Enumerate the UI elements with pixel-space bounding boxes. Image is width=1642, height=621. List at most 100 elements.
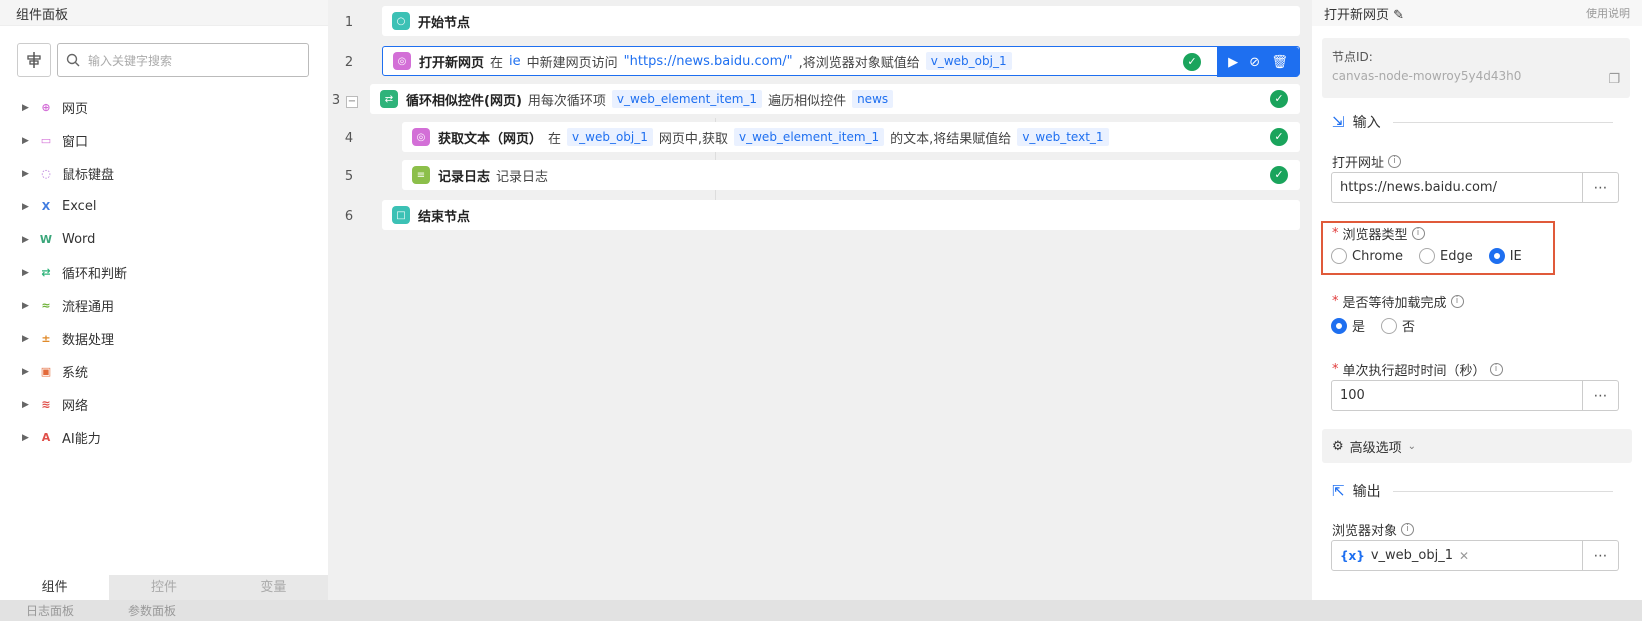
panel-tabs: 组件 控件 变量 bbox=[0, 575, 328, 600]
url-label: 打开网址 i bbox=[1332, 152, 1402, 171]
radio-ie[interactable]: IE bbox=[1488, 248, 1522, 264]
properties-title: 打开新网页 ✎ bbox=[1324, 7, 1405, 23]
radio-yes[interactable]: 是 bbox=[1331, 316, 1365, 335]
tree-item-label: 鼠标键盘 bbox=[62, 168, 115, 183]
node-actions: ▶ ⊘ 🗑 bbox=[1217, 47, 1299, 77]
tab-components[interactable]: 组件 bbox=[0, 575, 110, 600]
remove-tag-icon[interactable]: ✕ bbox=[1459, 549, 1469, 563]
gear-icon: ⚙ bbox=[1332, 438, 1344, 454]
tree-item-label: Excel bbox=[62, 199, 97, 214]
node-text: 遍历相似控件 bbox=[768, 93, 847, 109]
node-text: 记录日志 bbox=[496, 169, 549, 185]
browser-object-label: 浏览器对象 i bbox=[1332, 520, 1415, 539]
caret-right-icon[interactable]: ▶ bbox=[22, 367, 30, 377]
radio-no[interactable]: 否 bbox=[1381, 316, 1415, 335]
radio-edge[interactable]: Edge bbox=[1419, 248, 1473, 264]
breakpoint-icon[interactable]: ⊘ bbox=[1249, 55, 1260, 70]
caret-right-icon[interactable]: ▶ bbox=[22, 268, 30, 278]
copy-icon[interactable]: ❐ bbox=[1608, 72, 1620, 87]
node-param: ie bbox=[509, 53, 521, 69]
wifi-icon: ≋ bbox=[41, 398, 51, 411]
tree-item[interactable]: ▶ ⊕ 网页 bbox=[22, 91, 312, 124]
radio-chrome[interactable]: Chrome bbox=[1331, 248, 1403, 264]
tree-item[interactable]: ▶ ± 数据处理 bbox=[22, 322, 312, 355]
collapse-toggle[interactable]: − bbox=[346, 96, 358, 108]
info-icon: i bbox=[1450, 295, 1464, 308]
tab-variables[interactable]: 变量 bbox=[219, 575, 328, 600]
tree-item[interactable]: ▶ X Excel bbox=[22, 190, 312, 223]
tree-item[interactable]: ▶ A AI能力 bbox=[22, 421, 312, 454]
tree-item-label: 系统 bbox=[62, 366, 89, 381]
check-icon: ✓ bbox=[1270, 128, 1288, 146]
edit-icon[interactable]: ✎ bbox=[1393, 8, 1404, 23]
info-icon: i bbox=[1388, 155, 1402, 168]
loop-node[interactable]: ⇄ 循环相似控件(网页) 用每次循环项 v_web_element_item_1… bbox=[370, 84, 1300, 114]
end-node-icon: □ bbox=[392, 206, 410, 224]
url-input[interactable]: https://news.baidu.com/ bbox=[1331, 172, 1583, 203]
log-node[interactable]: ≡ 记录日志 记录日志 ✓ bbox=[402, 160, 1300, 190]
check-icon: ✓ bbox=[1183, 53, 1201, 71]
variable-icon: {x} bbox=[1340, 548, 1365, 563]
run-icon[interactable]: ▶ bbox=[1228, 55, 1238, 70]
node-title: 循环相似控件(网页) bbox=[406, 93, 522, 109]
wait-load-label: * 是否等待加载完成 i bbox=[1332, 292, 1464, 311]
node-variable: v_web_obj_1 bbox=[567, 128, 653, 146]
align-center-button[interactable] bbox=[17, 43, 51, 77]
caret-right-icon[interactable]: ▶ bbox=[22, 301, 30, 311]
open-webpage-node[interactable]: ◎ 打开新网页 在 ie 中新建网页访问 "https://news.baidu… bbox=[382, 46, 1300, 77]
chevron-down-icon: ⌄ bbox=[1407, 440, 1417, 452]
tree-item[interactable]: ▶ ≈ 流程通用 bbox=[22, 289, 312, 322]
url-field: https://news.baidu.com/ ⋯ bbox=[1331, 172, 1619, 203]
tree-item-label: 网络 bbox=[62, 399, 89, 414]
timeout-label: * 单次执行超时时间（秒） i bbox=[1332, 360, 1503, 379]
end-node[interactable]: □ 结束节点 bbox=[382, 200, 1300, 230]
window-icon: ▭ bbox=[40, 134, 52, 147]
loop-icon: ⇄ bbox=[41, 266, 51, 279]
caret-right-icon[interactable]: ▶ bbox=[22, 400, 30, 410]
node-text: 网页中,获取 bbox=[658, 131, 729, 147]
get-text-node[interactable]: ◎ 获取文本（网页） 在 v_web_obj_1 网页中,获取 v_web_el… bbox=[402, 122, 1300, 152]
search-placeholder: 输入关键字搜索 bbox=[88, 53, 173, 68]
node-variable: v_web_element_item_1 bbox=[734, 128, 885, 146]
input-icon: ⇲ bbox=[1332, 113, 1345, 131]
info-icon: i bbox=[1401, 523, 1415, 536]
info-icon: i bbox=[1489, 363, 1503, 376]
tree-item[interactable]: ▶ ≋ 网络 bbox=[22, 388, 312, 421]
tab-controls[interactable]: 控件 bbox=[109, 575, 218, 600]
tree-item[interactable]: ▶ ⇄ 循环和判断 bbox=[22, 256, 312, 289]
tab-param-panel[interactable]: 参数面板 bbox=[128, 602, 176, 619]
tree-item[interactable]: ▶ W Word bbox=[22, 223, 312, 256]
node-variable: v_web_obj_1 bbox=[925, 52, 1012, 70]
node-text: 在 bbox=[548, 131, 562, 147]
more-options-button[interactable]: ⋯ bbox=[1583, 540, 1619, 571]
tree-item-label: 数据处理 bbox=[62, 333, 115, 348]
caret-right-icon[interactable]: ▶ bbox=[22, 136, 30, 146]
tab-log-panel[interactable]: 日志面板 bbox=[26, 602, 74, 619]
browser-type-radios: Chrome Edge IE bbox=[1331, 248, 1522, 264]
tree-item[interactable]: ▶ ▭ 窗口 bbox=[22, 124, 312, 157]
caret-right-icon[interactable]: ▶ bbox=[22, 103, 30, 113]
search-input[interactable]: 输入关键字搜索 bbox=[57, 43, 309, 77]
advanced-options-toggle[interactable]: ⚙ 高级选项 ⌄ bbox=[1322, 429, 1632, 463]
caret-right-icon[interactable]: ▶ bbox=[22, 202, 30, 212]
tree-item[interactable]: ▶ ◌ 鼠标键盘 bbox=[22, 157, 312, 190]
row-number: 1 bbox=[344, 15, 354, 30]
more-options-button[interactable]: ⋯ bbox=[1583, 380, 1619, 411]
row-number: 5 bbox=[344, 169, 354, 184]
timeout-input[interactable]: 100 bbox=[1331, 380, 1583, 411]
start-node[interactable]: ○ 开始节点 bbox=[382, 6, 1300, 36]
delete-icon[interactable]: 🗑 bbox=[1271, 55, 1288, 70]
help-link[interactable]: 使用说明 bbox=[1586, 5, 1630, 21]
input-section-title: ⇲ 输入 bbox=[1332, 112, 1613, 132]
caret-right-icon[interactable]: ▶ bbox=[22, 433, 30, 443]
caret-right-icon[interactable]: ▶ bbox=[22, 334, 30, 344]
more-options-button[interactable]: ⋯ bbox=[1583, 172, 1619, 203]
word-icon: W bbox=[39, 233, 53, 246]
browser-object-input[interactable]: {x} v_web_obj_1 ✕ bbox=[1331, 540, 1583, 571]
footer-bar: 日志面板 参数面板 bbox=[0, 600, 1642, 621]
panel-title: 组件面板 bbox=[0, 0, 328, 26]
component-panel: 组件面板 输入关键字搜索 ▶ ⊕ 网页 ▶ ▭ 窗口 ▶ ◌ 鼠标键盘 ▶ X Excel ▶ W Word… bbox=[0, 0, 328, 600]
caret-right-icon[interactable]: ▶ bbox=[22, 235, 30, 245]
tree-item[interactable]: ▶ ▣ 系统 bbox=[22, 355, 312, 388]
caret-right-icon[interactable]: ▶ bbox=[22, 169, 30, 179]
